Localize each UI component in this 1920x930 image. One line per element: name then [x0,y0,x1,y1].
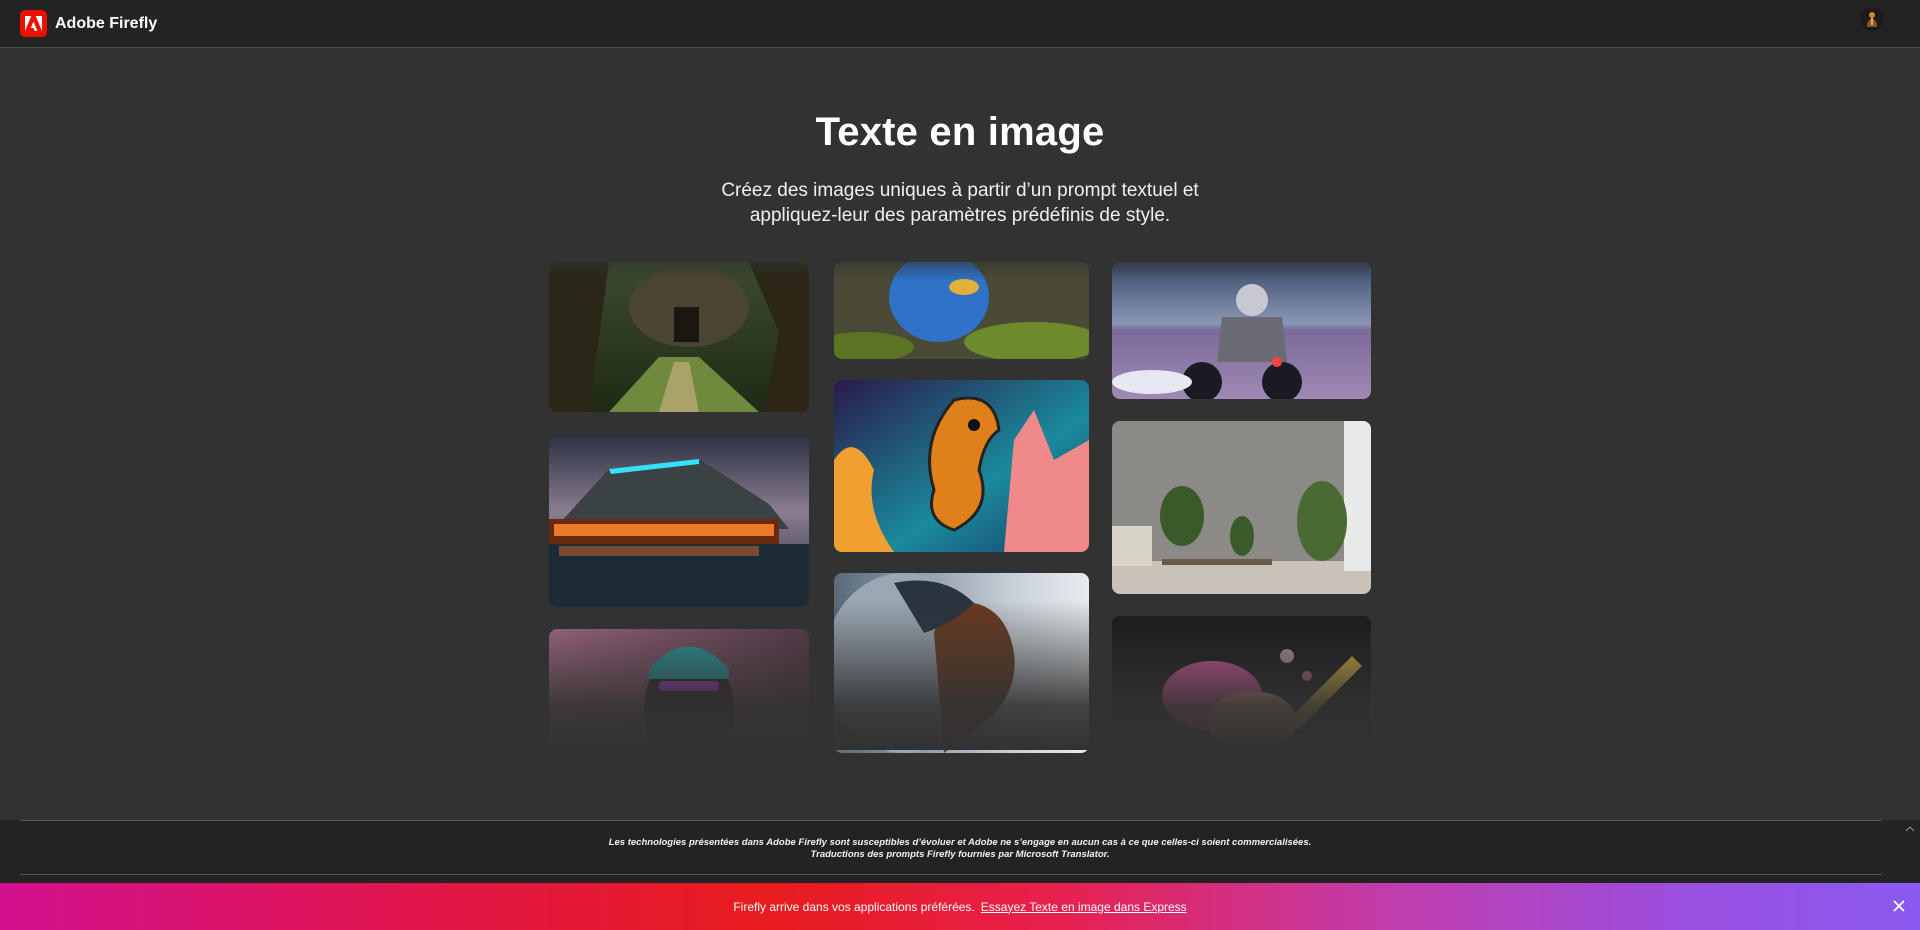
promo-banner: Firefly arrive dans vos applications pré… [0,883,1920,930]
footer-disclaimer-line-2: Traductions des prompts Firefly fournies… [810,849,1110,860]
gallery-image-plants-room[interactable] [1112,421,1371,594]
gallery-image-powder-explosion[interactable] [1112,616,1371,750]
gallery-image-woman-clouds[interactable] [834,573,1089,753]
gallery-image-blue-creature[interactable] [834,262,1089,359]
gallery-image-beanie-person[interactable] [549,629,809,749]
gallery-image-forest[interactable] [549,262,809,412]
footer: Les technologies présentées dans Adobe F… [0,820,1920,883]
gallery-image-lodge[interactable] [549,434,809,607]
gallery-image-astronaut-moto[interactable] [1112,262,1371,399]
banner-text: Firefly arrive dans vos applications pré… [733,899,975,914]
footer-disclaimer: Les technologies présentées dans Adobe F… [0,837,1920,861]
gallery-image-seahorse[interactable] [834,380,1089,552]
footer-disclaimer-line-1: Les technologies présentées dans Adobe F… [608,837,1312,848]
scroll-up-icon[interactable] [1904,822,1916,834]
footer-divider-top [20,820,1882,821]
banner-link[interactable]: Essayez Texte en image dans Express [981,900,1187,914]
close-icon[interactable] [1890,897,1908,915]
footer-divider-bottom [20,874,1882,875]
image-gallery [0,0,1920,930]
